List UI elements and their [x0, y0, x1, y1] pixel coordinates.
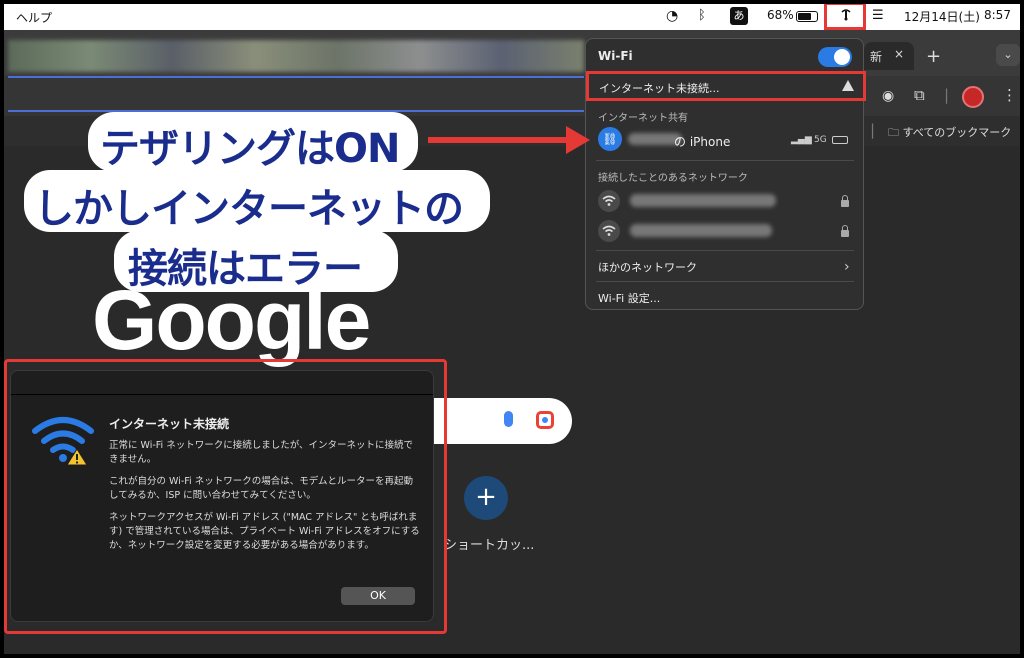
- wifi-menu: Wi-Fi インターネット未接続... インターネット共有 ⛓ の iPhone…: [585, 38, 866, 310]
- menu-separator: [596, 281, 854, 282]
- more-menu-icon[interactable]: ⋮: [1002, 86, 1017, 104]
- divider-line: [8, 76, 584, 78]
- signal-bars-icon: ▂▄▆: [791, 135, 812, 145]
- hotspot-signal-type: 5G: [814, 135, 827, 145]
- wifi-status-text: インターネット未接続...: [599, 82, 720, 95]
- annotation-line-2: しかしインターネットの: [34, 186, 464, 232]
- menu-separator: [596, 250, 854, 251]
- screen-time-icon[interactable]: ◔: [666, 8, 678, 24]
- hotspot-network[interactable]: の iPhone: [674, 133, 730, 150]
- tab-new[interactable]: 新 ×: [864, 42, 914, 70]
- menu-bar: ヘルプ ◔ ᛒ あ 68% ☰ 12月14日(土) 8:57: [4, 4, 1020, 30]
- menu-separator: [596, 160, 854, 161]
- section-hotspot: インターネット共有: [598, 113, 688, 124]
- tab-label: 新: [870, 50, 883, 64]
- annotation-line-1: テザリングはON: [100, 126, 400, 172]
- lens-extension-icon[interactable]: ◉: [882, 88, 894, 104]
- battery-icon[interactable]: [796, 11, 818, 22]
- section-known-networks: 接続したことのあるネットワーク: [598, 173, 748, 184]
- ok-button[interactable]: OK: [341, 587, 415, 605]
- hotspot-icon: ⛓: [598, 127, 622, 151]
- hotspot-battery-icon: [832, 136, 848, 144]
- new-tab-button[interactable]: +: [926, 46, 941, 67]
- blurred-tabs: [8, 40, 584, 72]
- add-shortcut-button[interactable]: +: [464, 476, 508, 520]
- tab-close-icon[interactable]: ×: [894, 47, 904, 61]
- profile-avatar[interactable]: [962, 86, 984, 108]
- screenshot-frame: ヘルプ ◔ ᛒ あ 68% ☰ 12月14日(土) 8:57 新 × + ⌄ ◉…: [0, 0, 1024, 658]
- control-center-icon[interactable]: ☰: [872, 8, 884, 23]
- chevron-right-icon: ›: [844, 259, 850, 275]
- wifi-icon: [598, 220, 620, 242]
- annotation-arrow: [428, 137, 568, 143]
- battery-percent: 68%: [767, 8, 794, 22]
- dialog-titlebar: [11, 371, 433, 395]
- wifi-toggle[interactable]: [818, 47, 852, 67]
- wifi-status-row[interactable]: インターネット未接続...: [586, 71, 866, 101]
- other-networks-item[interactable]: ほかのネットワーク: [598, 259, 697, 275]
- known-network-1[interactable]: [630, 194, 776, 207]
- folder-icon: 🗀: [888, 126, 899, 139]
- no-internet-dialog: インターネット未接続 正常に Wi-Fi ネットワークに接続しましたが、インター…: [10, 370, 434, 622]
- lens-icon[interactable]: [536, 411, 554, 429]
- wifi-icon-highlight: [824, 4, 866, 30]
- input-method-icon[interactable]: あ: [730, 7, 748, 25]
- menu-time[interactable]: 8:57: [984, 8, 1011, 22]
- annotation-line-3: 接続はエラー: [128, 246, 363, 292]
- bluetooth-icon[interactable]: ᛒ: [698, 8, 706, 23]
- annotation-arrow-head: [566, 126, 590, 154]
- mic-icon[interactable]: [504, 411, 513, 427]
- dialog-paragraph-3: ネットワークアクセスが Wi-Fi アドレス ("MAC アドレス" とも呼ばれ…: [109, 512, 420, 551]
- extensions-icon[interactable]: ⧉: [914, 86, 925, 104]
- toolbar-divider: |: [944, 86, 950, 104]
- wifi-settings-item[interactable]: Wi-Fi 設定...: [598, 290, 660, 306]
- wifi-warning-icon: [32, 417, 94, 466]
- lock-icon: [841, 195, 849, 207]
- known-network-2[interactable]: [630, 224, 772, 237]
- warning-icon: [842, 80, 854, 91]
- all-bookmarks[interactable]: 🗀 すべてのブックマーク: [888, 124, 1011, 143]
- tab-search-button[interactable]: ⌄: [996, 44, 1020, 66]
- menu-help[interactable]: ヘルプ: [16, 9, 52, 26]
- wifi-icon: [598, 190, 620, 212]
- lock-icon: [841, 225, 849, 237]
- all-bookmarks-label: すべてのブックマーク: [902, 126, 1012, 139]
- dialog-paragraph-2: これが自分の Wi-Fi ネットワークの場合は、モデムとルーターを再起動してみる…: [109, 476, 414, 501]
- dialog-title: インターネット未接続: [109, 417, 230, 431]
- dialog-paragraph-1: 正常に Wi-Fi ネットワークに接続しましたが、インターネットに接続できません…: [109, 440, 414, 465]
- wifi-menu-title: Wi-Fi: [598, 49, 633, 63]
- shortcut-label: ショートカッ...: [444, 538, 535, 553]
- menu-date: 12月14日(土): [904, 10, 980, 24]
- bookmarks-divider: |: [870, 121, 876, 139]
